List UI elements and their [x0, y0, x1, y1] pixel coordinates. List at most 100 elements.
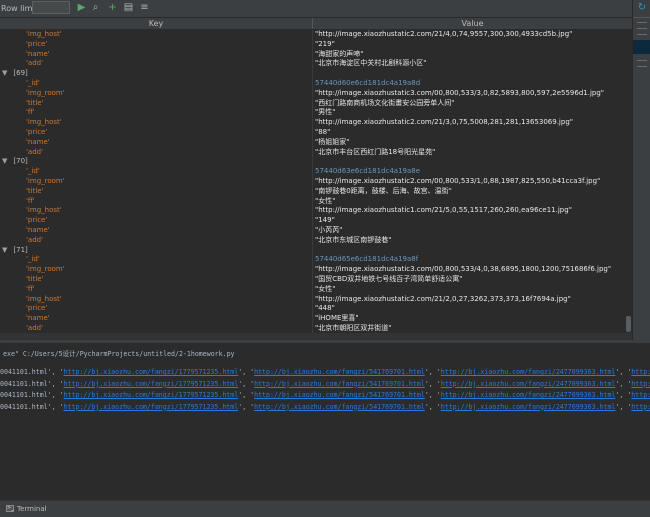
table-row[interactable]: 'img_host' "http://image.xiaozhustatic1.c…: [0, 205, 625, 215]
row-key: 'img_room': [26, 88, 65, 98]
export-icon[interactable]: ▤: [122, 1, 135, 15]
row-key: 'add': [26, 58, 43, 68]
expand-triangle-icon[interactable]: ▼: [2, 157, 7, 165]
console-line-prefix: 0041101.html': [0, 368, 52, 376]
console-link[interactable]: http://bj.xiaozhu.com/fangzi/1779571235.…: [64, 391, 239, 399]
table-row[interactable]: 'price' "88": [0, 127, 625, 137]
console-link[interactable]: http://bj.xiaozhu.com/fangzi/: [631, 391, 650, 399]
table-row[interactable]: 'add' "北京市朝阳区双井街道": [0, 323, 625, 333]
row-limit-input[interactable]: [32, 1, 70, 14]
row-key-text: 'ff': [26, 108, 35, 117]
tree-group-row[interactable]: ▼ [70]: [0, 156, 625, 166]
console-link[interactable]: http://bj.xiaozhu.com/fangzi/: [631, 403, 650, 411]
console-link[interactable]: http://bj.xiaozhu.com/fangzi/2477099363.…: [441, 368, 616, 376]
table-row[interactable]: 'add' "北京市东城区南锣鼓巷": [0, 235, 625, 245]
zoom-icon[interactable]: ⌕: [89, 1, 102, 15]
table-row[interactable]: 'price' "448": [0, 303, 625, 313]
row-key: ▼ [70]: [2, 156, 28, 166]
expand-triangle-icon[interactable]: ▼: [2, 69, 7, 77]
row-key: 'add': [26, 235, 43, 245]
row-value: "219": [315, 39, 335, 48]
table-row[interactable]: 'price' "219": [0, 39, 625, 49]
table-row[interactable]: 'name' "海甜家的声啼": [0, 49, 625, 59]
horizontal-scrollbar[interactable]: [0, 333, 632, 340]
row-value: "男性": [315, 108, 336, 117]
table-row[interactable]: 'img_room' "http://image.xiaozhustatic3.c…: [0, 88, 625, 98]
add-icon[interactable]: +: [106, 1, 119, 15]
row-key-text: 'add': [26, 324, 44, 332]
gutter-tick: [637, 28, 647, 29]
row-value: "北京市海淀区中关村北剧科源小区": [315, 59, 427, 68]
table-row[interactable]: 'title' "南锣鼓巷0距离，鼓楼、后海、故宫、温街": [0, 186, 625, 196]
console-link[interactable]: http://bj.xiaozhu.com/fangzi/541769701.h…: [254, 380, 425, 388]
vertical-scrollbar-thumb[interactable]: [626, 316, 631, 332]
table-toolbar: Row limit: ▶ ⌕ + ▤ ≡: [0, 0, 632, 18]
table-row[interactable]: 'name' "杨姐姐家": [0, 137, 625, 147]
table-row[interactable]: '_id' 57440d65e6cd181dc4a19a8f: [0, 254, 625, 264]
row-value: "88": [315, 128, 331, 136]
row-value: "杨姐姐家": [315, 137, 350, 146]
table-row[interactable]: '_id' 57440d60e6cd181dc4a19a8d: [0, 78, 625, 88]
console-link[interactable]: http://bj.xiaozhu.com/fangzi/1779571235.…: [64, 380, 239, 388]
row-key: 'add': [26, 323, 43, 333]
row-key: '_id': [26, 78, 40, 88]
table-row[interactable]: 'title' "国贸CBD双井地铁七号线百子湾简单舒适公寓": [0, 274, 625, 284]
table-row[interactable]: 'name' "小芮芮": [0, 225, 625, 235]
row-key-text: 'name': [26, 226, 50, 234]
table-row[interactable]: 'img_host' "http://image.xiaozhustatic2.c…: [0, 294, 625, 304]
table-row[interactable]: 'add' "北京市海淀区中关村北剧科源小区": [0, 58, 625, 68]
row-value: "女性": [315, 196, 336, 205]
table-row[interactable]: 'price' "149": [0, 215, 625, 225]
value-column-header[interactable]: Value: [313, 18, 632, 29]
row-key: 'title': [26, 186, 44, 196]
key-column-header[interactable]: Key: [0, 18, 313, 29]
table-row[interactable]: 'ff' "女性": [0, 196, 625, 206]
gutter-selected-item[interactable]: [633, 40, 650, 54]
console-line: 0041101.html', 'http://bj.xiaozhu.com/fa…: [0, 368, 650, 376]
console-link[interactable]: http://bj.xiaozhu.com/fangzi/1779571235.…: [64, 403, 239, 411]
table-row[interactable]: 'ff' "男性": [0, 107, 625, 117]
console-line-prefix: 0041101.html': [0, 379, 52, 388]
table-row[interactable]: 'name' "iHOME里喜": [0, 313, 625, 323]
console-link[interactable]: http://bj.xiaozhu.com/fangzi/2477099363.…: [441, 391, 616, 399]
console-link[interactable]: http://bj.xiaozhu.com/fangzi/541769701.h…: [254, 368, 425, 376]
filter-icon[interactable]: ≡: [138, 1, 151, 15]
gutter-tick: [637, 60, 647, 61]
console-link[interactable]: http://bj.xiaozhu.com/fangzi/: [631, 368, 650, 376]
console-link[interactable]: http://bj.xiaozhu.com/fangzi/: [631, 380, 650, 388]
row-key: ▼ [71]: [2, 245, 28, 255]
tree-group-row[interactable]: ▼ [71]: [0, 245, 625, 255]
run-icon[interactable]: ▶: [75, 1, 88, 15]
row-value: "http://image.xiaozhustatic2.com/21/2,0,…: [315, 294, 571, 303]
row-key: 'add': [26, 147, 43, 157]
row-key-text: 'img_host': [26, 118, 62, 127]
table-row[interactable]: '_id' 57440d63e6cd181dc4a19a8e: [0, 166, 625, 176]
table-row[interactable]: 'img_host' "http://image.xiaozhustatic2.c…: [0, 117, 625, 127]
row-key-text: 'ff': [26, 196, 35, 205]
refresh-icon[interactable]: ↻: [636, 2, 648, 14]
expand-triangle-icon[interactable]: ▼: [2, 246, 7, 254]
table-row[interactable]: 'img_room' "http://image.xiaozhustatic2.c…: [0, 176, 625, 186]
console-link[interactable]: http://bj.xiaozhu.com/fangzi/2477099363.…: [441, 380, 616, 388]
console-line: 0041101.html', 'http://bj.xiaozhu.com/fa…: [0, 380, 650, 388]
console-link[interactable]: http://bj.xiaozhu.com/fangzi/1779571235.…: [64, 368, 239, 376]
table-row[interactable]: 'add' "北京市丰台区西红门路18号阳光星苑": [0, 147, 625, 157]
table-row[interactable]: 'ff' "女性": [0, 284, 625, 294]
console-link[interactable]: http://bj.xiaozhu.com/fangzi/541769701.h…: [254, 403, 425, 411]
row-value: "女性": [315, 284, 336, 293]
row-value: "西红门路南商机场文化街畫安公园旁单人间": [315, 98, 455, 107]
row-value: "南锣鼓巷0距离，鼓楼、后海、故宫、温街": [315, 186, 452, 195]
row-key-text: 'img_room': [26, 265, 65, 274]
console-link[interactable]: http://bj.xiaozhu.com/fangzi/541769701.h…: [254, 391, 425, 399]
row-key: ▼ [69]: [2, 68, 28, 78]
table-row[interactable]: 'img_room' "http://image.xiaozhustatic3.c…: [0, 264, 625, 274]
console-link[interactable]: http://bj.xiaozhu.com/fangzi/2477099363.…: [441, 403, 616, 411]
terminal-tab[interactable]: Terminal: [17, 505, 47, 513]
tree-group-row[interactable]: ▼ [69]: [0, 68, 625, 78]
row-value: "http://image.xiaozhustatic1.com/21/5,0,…: [315, 206, 572, 215]
table-row[interactable]: 'title' "西红门路南商机场文化街畫安公园旁单人间": [0, 98, 625, 108]
row-key-text: [70]: [13, 157, 28, 166]
table-row[interactable]: 'img_host' "http://image.xiaozhustatic2.c…: [0, 30, 625, 39]
run-console: exe" C:/Users/5设计/PycharmProjects/untitl…: [0, 343, 650, 499]
terminal-icon[interactable]: >_: [6, 505, 14, 512]
